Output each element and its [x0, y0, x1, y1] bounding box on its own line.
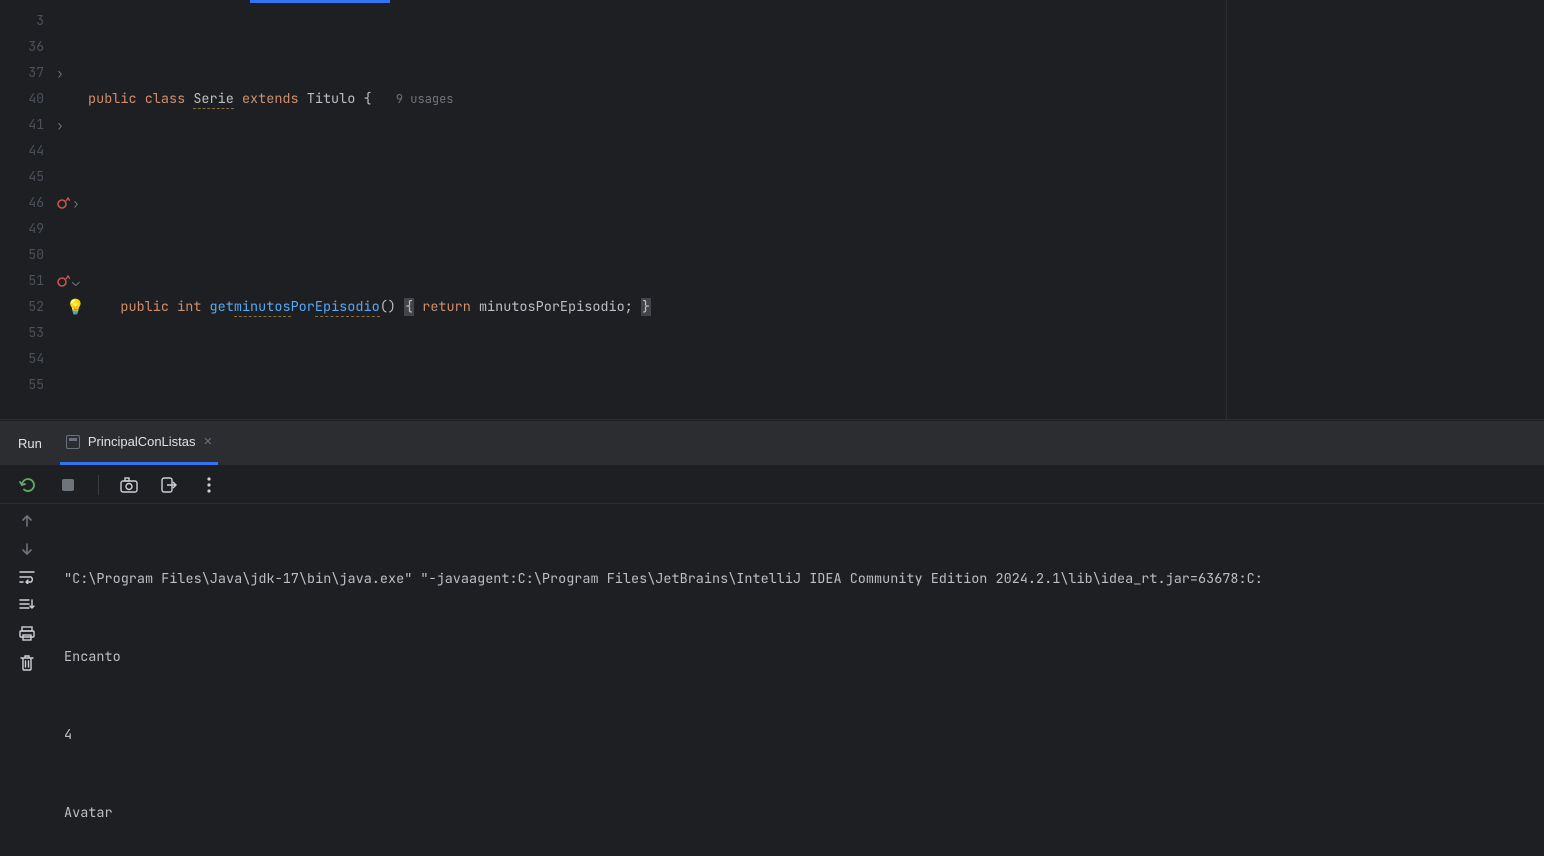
run-side-toolbar	[0, 504, 54, 856]
line-number-gutter[interactable]: 3 36 37 40 41 44 45 46 49 50 51 52 53 54…	[0, 0, 54, 419]
code-line[interactable]: public class Serie extends Titulo { 9 us…	[88, 86, 1544, 112]
line-number[interactable]: 46	[0, 190, 44, 216]
exit-icon[interactable]	[159, 475, 179, 495]
line-number[interactable]: 49	[0, 216, 44, 242]
more-icon[interactable]	[199, 475, 219, 495]
run-tab-label: PrincipalConListas	[88, 434, 196, 449]
arrow-down-icon[interactable]	[20, 542, 34, 556]
line-number[interactable]: 54	[0, 346, 44, 372]
usages-hint[interactable]: 9 usages	[396, 91, 454, 107]
line-number[interactable]: 40	[0, 86, 44, 112]
camera-icon[interactable]	[119, 475, 139, 495]
override-up-icon[interactable]	[56, 196, 70, 210]
bulb-icon[interactable]: 💡	[56, 297, 85, 317]
code-line[interactable]	[88, 398, 1544, 420]
console-line: "C:\Program Files\Java\jdk-17\bin\java.e…	[64, 566, 1534, 592]
run-title: Run	[18, 436, 42, 451]
line-number[interactable]: 41	[0, 112, 44, 138]
fold-collapsed-icon[interactable]: ›	[56, 117, 64, 134]
run-config-icon	[66, 435, 80, 449]
line-number[interactable]: 53	[0, 320, 44, 346]
code-area[interactable]: public class Serie extends Titulo { 9 us…	[88, 0, 1544, 419]
fold-collapsed-icon[interactable]: ›	[72, 195, 80, 212]
line-number[interactable]: 36	[0, 34, 44, 60]
close-icon[interactable]: ×	[204, 433, 213, 450]
rerun-icon[interactable]	[18, 475, 38, 495]
line-number[interactable]: 44	[0, 138, 44, 164]
trash-icon[interactable]	[20, 655, 34, 671]
run-body: "C:\Program Files\Java\jdk-17\bin\java.e…	[0, 504, 1544, 856]
line-number[interactable]: 55	[0, 372, 44, 398]
override-up-icon[interactable]	[56, 274, 70, 288]
console-line: Encanto	[64, 644, 1534, 670]
console-output[interactable]: "C:\Program Files\Java\jdk-17\bin\java.e…	[54, 504, 1544, 856]
fold-collapsed-icon[interactable]: ›	[56, 65, 64, 82]
line-number[interactable]: 3	[0, 8, 44, 34]
code-editor[interactable]: 3 36 37 40 41 44 45 46 49 50 51 52 53 54…	[0, 0, 1544, 420]
print-icon[interactable]	[19, 626, 35, 641]
line-number[interactable]: 51	[0, 268, 44, 294]
console-line: 4	[64, 722, 1534, 748]
run-toolbar	[0, 466, 1544, 504]
console-line: Avatar	[64, 800, 1534, 826]
line-number[interactable]: 45	[0, 164, 44, 190]
run-tool-window-header: Run PrincipalConListas ×	[0, 420, 1544, 466]
soft-wrap-icon[interactable]	[19, 570, 35, 584]
fold-expanded-icon[interactable]: ⌄	[72, 273, 80, 290]
line-number[interactable]: 37	[0, 60, 44, 86]
code-line[interactable]	[88, 190, 1544, 216]
line-number[interactable]: 50	[0, 242, 44, 268]
gutter-icons: › › › ⌄ 💡	[54, 0, 88, 419]
scroll-to-end-icon[interactable]	[19, 598, 35, 612]
stop-icon[interactable]	[58, 475, 78, 495]
arrow-up-icon[interactable]	[20, 514, 34, 528]
line-number[interactable]: 52	[0, 294, 44, 320]
separator	[98, 475, 99, 495]
code-line[interactable]: public int getminutosPorEpisodio() { ret…	[88, 294, 1544, 320]
run-tab[interactable]: PrincipalConListas ×	[60, 421, 218, 465]
